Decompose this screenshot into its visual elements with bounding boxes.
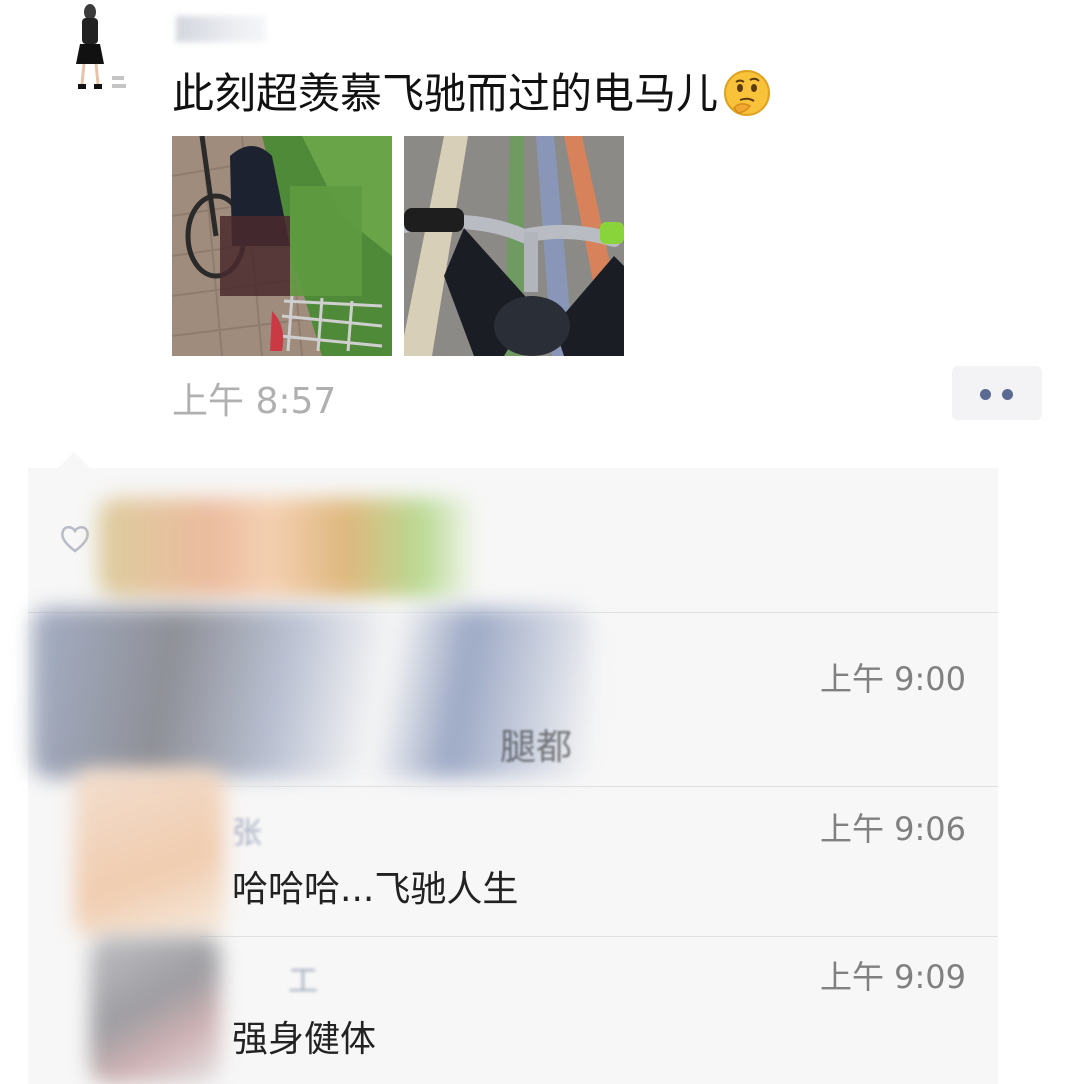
more-actions-button[interactable] [952,366,1042,420]
post-photo-1[interactable] [172,136,392,356]
comment-time: 上午 9:00 [819,660,966,698]
comment-time: 上午 9:06 [819,810,966,848]
comment-text: 腿都 [500,727,573,768]
divider [200,786,998,787]
divider [200,936,998,937]
heart-icon [58,522,92,556]
poster-name-redacted[interactable] [176,16,266,42]
comment-panel: 上午 9:00 腿都 张 上午 9:06 哈哈哈...飞驰人生 工 上午 9:0… [28,468,998,1084]
comment-author[interactable]: 张 [232,808,262,852]
more-dot-icon [1002,389,1013,400]
commenter-avatar-redacted [90,936,220,1084]
commenter-avatar-redacted [74,768,224,938]
comment-panel-notch [58,452,90,468]
post-timestamp: 上午 8:57 [172,381,337,422]
thinking-face-emoji-icon [722,68,772,118]
comment-time: 上午 9:09 [819,958,966,996]
poster-avatar[interactable] [66,0,138,104]
comment-text: 强身健体 [232,1019,377,1060]
post-photo-2[interactable] [404,136,624,356]
post-text: 此刻超羡慕飞驰而过的电马儿 [172,60,772,122]
comment-author[interactable]: 工 [288,956,318,1000]
post-caption: 此刻超羡慕飞驰而过的电马儿 [172,69,719,118]
avatar-figure-icon [66,0,138,104]
comment-text: 哈哈哈...飞驰人生 [232,869,519,910]
likers-avatars-redacted[interactable] [98,498,478,598]
more-dot-icon [980,389,991,400]
